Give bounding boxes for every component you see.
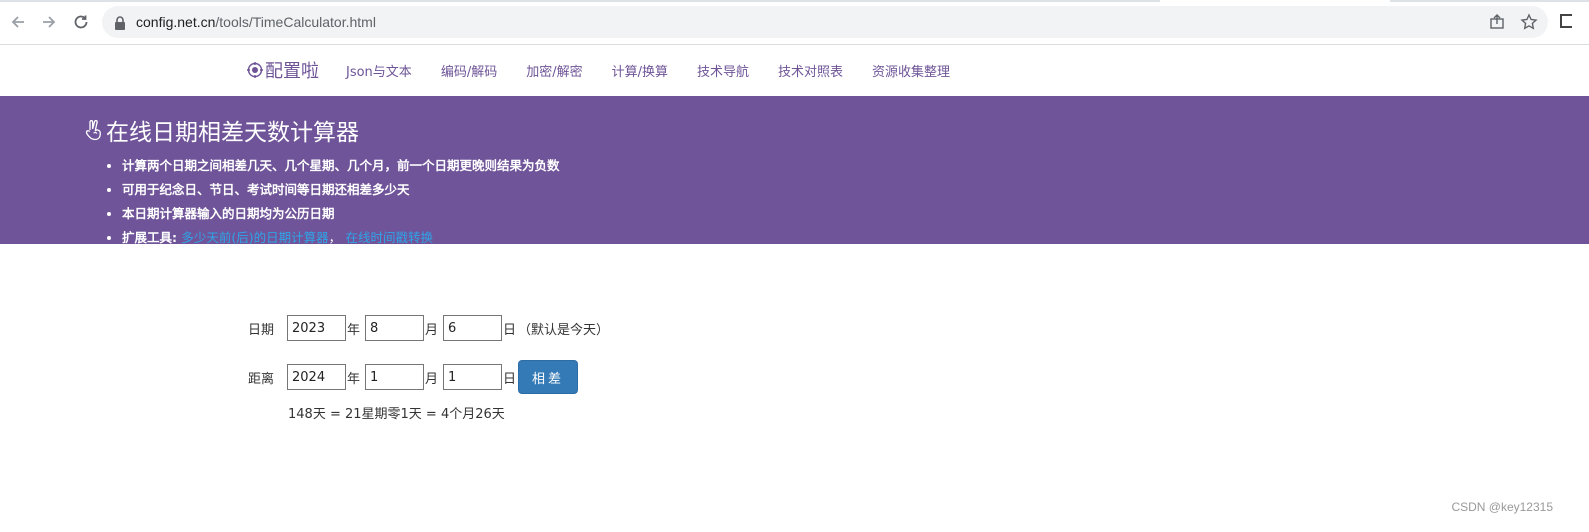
nav-encode-decode[interactable]: 编码/解码 [441, 61, 497, 80]
site-navbar: 配置啦 Json与文本 编码/解码 加密/解密 计算/换算 技术导航 技术对照表… [0, 45, 1589, 96]
back-icon[interactable] [8, 12, 28, 32]
victory-hand-icon [85, 119, 101, 141]
day-unit: 日 [503, 322, 517, 338]
start-year-input[interactable] [287, 315, 346, 341]
end-date-row: 距离 年 月 日 相差 [248, 360, 579, 394]
year-unit: 年 [347, 322, 361, 338]
end-date-label: 距离 [248, 371, 275, 387]
page-title: 在线日期相差天数计算器 [84, 113, 359, 147]
extension-colon: : [172, 230, 178, 244]
month-unit: 月 [425, 322, 439, 338]
day-unit: 日 [503, 371, 517, 387]
nav-tech-navigation[interactable]: 技术导航 [697, 61, 749, 80]
forward-icon[interactable] [39, 12, 59, 32]
extension-label: 扩展工具 [122, 230, 173, 244]
reload-icon[interactable] [71, 12, 91, 32]
start-date-row: 日期 年 月 日 （默认是今天） [248, 315, 609, 341]
link-separator: ， [328, 230, 342, 244]
site-brand[interactable]: 配置啦 [247, 57, 319, 83]
url-path: /tools/TimeCalculator.html [215, 14, 376, 30]
brand-logo-icon [247, 62, 263, 78]
page-title-text: 在线日期相差天数计算器 [106, 120, 359, 146]
tab-strip [0, 0, 1589, 2]
nav-tech-reference[interactable]: 技术对照表 [778, 61, 843, 80]
default-today-hint: （默认是今天） [518, 322, 610, 338]
csdn-watermark: CSDN @key12315 [1451, 500, 1553, 514]
bookmark-star-icon[interactable] [1520, 13, 1538, 31]
address-bar[interactable]: config.net.cn/tools/TimeCalculator.html [102, 6, 1548, 38]
end-year-input[interactable] [287, 364, 346, 390]
feature-list: 计算两个日期之间相差几天、几个星期、几个月，前一个日期更晚则结果为负数 可用于纪… [105, 156, 560, 244]
nav-encrypt-decrypt[interactable]: 加密/解密 [526, 61, 582, 80]
share-icon[interactable] [1488, 13, 1506, 31]
month-unit: 月 [425, 371, 439, 387]
difference-result: 148天 = 21星期零1天 = 4个月26天 [288, 407, 505, 422]
side-panel-icon[interactable] [1560, 14, 1572, 28]
active-tab[interactable] [1160, 0, 1390, 2]
lock-icon[interactable] [114, 15, 126, 34]
calculate-difference-button[interactable]: 相差 [518, 360, 579, 394]
list-item: 计算两个日期之间相差几天、几个星期、几个月，前一个日期更晚则结果为负数 [122, 156, 560, 180]
url-host: config.net.cn [136, 14, 216, 30]
site-menu: Json与文本 编码/解码 加密/解密 计算/换算 技术导航 技术对照表 资源收… [346, 45, 979, 96]
start-day-input[interactable] [443, 315, 502, 341]
nav-calculate-convert[interactable]: 计算/换算 [612, 61, 668, 80]
list-item: 可用于纪念日、节日、考试时间等日期还相差多少天 [122, 180, 560, 204]
year-unit: 年 [347, 371, 361, 387]
nav-json-text[interactable]: Json与文本 [346, 61, 412, 80]
start-month-input[interactable] [365, 315, 424, 341]
list-item-extensions: 扩展工具: 多少天前(后)的日期计算器， 在线时间戳转换 [122, 228, 560, 244]
end-month-input[interactable] [365, 364, 424, 390]
brand-name: 配置啦 [265, 61, 319, 82]
end-day-input[interactable] [443, 364, 502, 390]
list-item: 本日期计算器输入的日期均为公历日期 [122, 204, 560, 228]
link-days-ago-calculator[interactable]: 多少天前(后)的日期计算器 [181, 230, 328, 244]
nav-resources[interactable]: 资源收集整理 [872, 61, 950, 80]
browser-toolbar: config.net.cn/tools/TimeCalculator.html [0, 0, 1589, 45]
page-banner: 在线日期相差天数计算器 计算两个日期之间相差几天、几个星期、几个月，前一个日期更… [0, 96, 1589, 244]
link-timestamp-converter[interactable]: 在线时间戳转换 [346, 230, 434, 244]
start-date-label: 日期 [248, 322, 275, 338]
url-text[interactable]: config.net.cn/tools/TimeCalculator.html [136, 6, 376, 38]
